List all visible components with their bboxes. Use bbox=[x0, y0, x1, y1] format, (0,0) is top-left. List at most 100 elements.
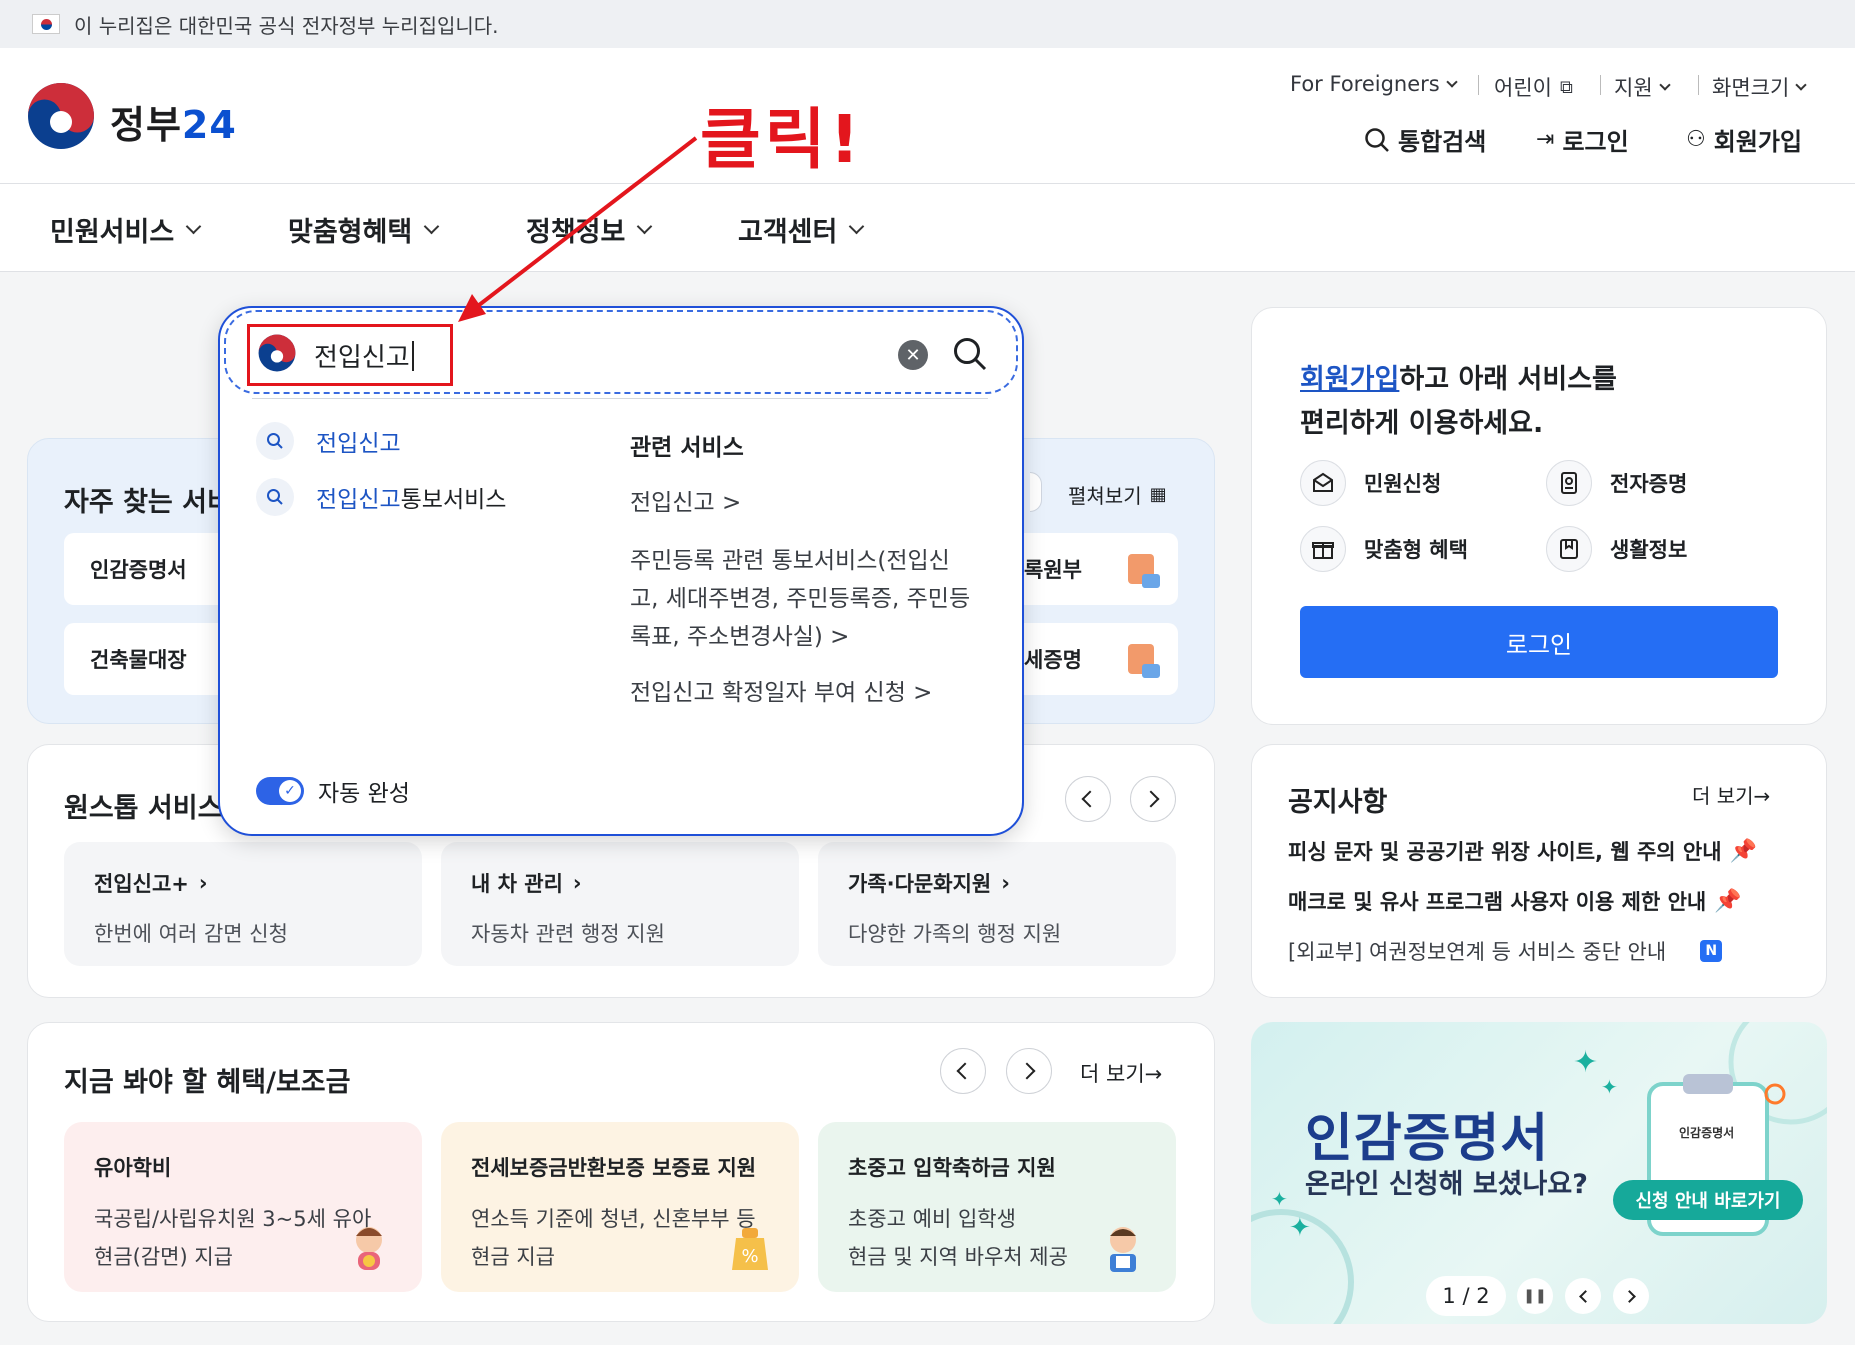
new-badge: N bbox=[1700, 940, 1723, 962]
chevron-down-icon bbox=[1658, 79, 1671, 91]
pdf-icon bbox=[1128, 554, 1160, 588]
notice-item-macro[interactable]: 매크로 및 유사 프로그램 사용자 이용 제한 안내 📌 bbox=[1288, 886, 1742, 916]
svg-text:✦: ✦ bbox=[1271, 1187, 1288, 1211]
promo-apply-button[interactable]: 신청 안내 바로가기 bbox=[1613, 1180, 1803, 1220]
integrated-search-button[interactable]: 통합검색 bbox=[1364, 122, 1486, 157]
onestop-prev-button[interactable] bbox=[1065, 776, 1111, 822]
gov-banner: 이 누리집은 대한민국 공식 전자정부 누리집입니다. bbox=[0, 0, 1855, 48]
frequent-item-register[interactable]: 록원부 bbox=[1010, 533, 1178, 605]
frequent-item-tax-certificate[interactable]: 세증명 bbox=[1010, 623, 1178, 695]
toggle-switch[interactable]: ✓ bbox=[256, 777, 304, 805]
onestop-title: 원스톱 서비스 bbox=[64, 793, 223, 824]
gift-icon bbox=[1300, 526, 1346, 572]
util-for-foreigners[interactable]: For Foreigners bbox=[1290, 72, 1458, 96]
search-icon bbox=[256, 478, 294, 516]
promo-banner[interactable]: ✦ ✦ ✦ ✦ 인감증명서 온라인 신청해 보셨나요? 인감증명서 신청 안내 … bbox=[1251, 1022, 1827, 1324]
search-icon bbox=[256, 422, 294, 460]
clear-search-button[interactable]: ✕ bbox=[898, 340, 928, 370]
external-link-icon: ⧉ bbox=[1559, 76, 1573, 98]
chevron-down-icon bbox=[1795, 79, 1807, 91]
chevron-right-icon bbox=[1142, 790, 1160, 808]
close-icon: ✕ bbox=[905, 344, 921, 366]
search-submit-icon[interactable] bbox=[952, 336, 988, 372]
pdf-icon bbox=[1128, 644, 1160, 678]
chevron-right-icon: › bbox=[572, 871, 582, 895]
nav-customer-center[interactable]: 고객센터 bbox=[738, 210, 865, 249]
child-character-icon bbox=[346, 1222, 392, 1272]
percent-bag-icon: % bbox=[728, 1222, 772, 1272]
nav-civil-service[interactable]: 민원서비스 bbox=[50, 210, 202, 249]
nav-custom-benefits[interactable]: 맞춤형혜택 bbox=[288, 210, 440, 249]
suggestion-item[interactable]: 전입신고통보서비스 bbox=[256, 478, 506, 516]
promo-doc-label: 인감증명서 bbox=[1679, 1126, 1735, 1140]
chevron-left-icon bbox=[1578, 1289, 1592, 1303]
gov24-logo-text[interactable]: 정부24 bbox=[110, 94, 237, 149]
onestop-next-button[interactable] bbox=[1130, 776, 1176, 822]
chevron-right-icon bbox=[1018, 1062, 1036, 1080]
promo-title: 인감증명서 bbox=[1305, 1109, 1550, 1169]
promo-prev-button[interactable] bbox=[1565, 1278, 1601, 1314]
bookmark-icon bbox=[1546, 526, 1592, 572]
header bbox=[0, 48, 1855, 184]
login-link[interactable]: ⇥ 로그인 bbox=[1536, 122, 1629, 157]
member-service-benefits[interactable]: 맞춤형 혜택 bbox=[1300, 526, 1468, 572]
member-service-life-info[interactable]: 생활정보 bbox=[1546, 526, 1687, 572]
suggestion-item[interactable]: 전입신고 bbox=[256, 422, 401, 460]
korea-flag-icon bbox=[32, 14, 60, 34]
member-service-apply[interactable]: 민원신청 bbox=[1300, 460, 1441, 506]
svg-text:✦: ✦ bbox=[1573, 1045, 1598, 1080]
util-support[interactable]: 지원 bbox=[1614, 72, 1671, 102]
inbox-icon bbox=[1300, 460, 1346, 506]
onestop-item-car[interactable]: 내 차 관리 › 자동차 관련 행정 지원 bbox=[441, 842, 799, 966]
promo-subtitle: 온라인 신청해 보셨나요? bbox=[1305, 1169, 1588, 1200]
promo-next-button[interactable] bbox=[1613, 1278, 1649, 1314]
chevron-left-icon bbox=[1081, 790, 1099, 808]
svg-text:%: % bbox=[741, 1246, 758, 1267]
notice-item-phishing[interactable]: 피싱 문자 및 공공기관 위장 사이트, 웹 주의 안내 📌 bbox=[1288, 836, 1757, 866]
related-service-notification[interactable]: 주민등록 관련 통보서비스(전입신 고, 세대주변경, 주민등록증, 주민등 록… bbox=[630, 542, 970, 656]
pause-icon: ❚❚ bbox=[1523, 1288, 1547, 1304]
notice-more-link[interactable]: 더 보기→ bbox=[1692, 780, 1770, 809]
grid-icon: ▦ bbox=[1149, 484, 1167, 505]
util-screen-size[interactable]: 화면크기 bbox=[1712, 72, 1807, 102]
promo-pager: 1 / 2 bbox=[1426, 1276, 1506, 1316]
gov24-logo-icon[interactable] bbox=[27, 82, 95, 150]
gov-banner-text: 이 누리집은 대한민국 공식 전자정부 누리집입니다. bbox=[74, 13, 499, 38]
annotation-arrow-icon bbox=[458, 136, 698, 322]
related-service-move-in[interactable]: 전입신고 > bbox=[630, 484, 741, 522]
member-service-e-cert[interactable]: 전자증명 bbox=[1546, 460, 1687, 506]
notice-item-passport[interactable]: [외교부] 여권정보연계 등 서비스 중단 안내 N bbox=[1288, 936, 1723, 966]
chevron-left-icon bbox=[956, 1062, 974, 1080]
benefits-next-button[interactable] bbox=[1006, 1048, 1052, 1094]
signup-text-link[interactable]: 회원가입 bbox=[1300, 364, 1399, 395]
benefits-title: 지금 봐야 할 혜택/보조금 bbox=[64, 1067, 351, 1098]
pin-icon: 📌 bbox=[1729, 838, 1757, 864]
related-services-title: 관련 서비스 bbox=[630, 435, 744, 461]
related-service-fixed-date[interactable]: 전입신고 확정일자 부여 신청 > bbox=[630, 674, 932, 712]
id-card-icon bbox=[1546, 460, 1592, 506]
pin-icon: 📌 bbox=[1714, 888, 1742, 914]
member-login-button[interactable]: 로그인 bbox=[1300, 606, 1778, 678]
chevron-right-icon: › bbox=[198, 871, 208, 895]
benefits-prev-button[interactable] bbox=[940, 1048, 986, 1094]
frequent-services-title: 자주 찾는 서비 bbox=[64, 487, 232, 518]
chevron-down-icon bbox=[849, 218, 865, 235]
expand-button[interactable]: 펼쳐보기 ▦ bbox=[1068, 480, 1167, 509]
util-kids[interactable]: 어린이 ⧉ bbox=[1494, 72, 1573, 102]
member-prompt: 회원가입하고 아래 서비스를 편리하게 이용하세요. bbox=[1300, 364, 1617, 439]
chevron-right-icon: › bbox=[1001, 871, 1010, 895]
click-highlight-box bbox=[247, 324, 453, 386]
login-icon: ⇥ bbox=[1536, 127, 1555, 152]
benefits-more-link[interactable]: 더 보기→ bbox=[1080, 1058, 1162, 1088]
chevron-down-icon bbox=[423, 218, 440, 235]
notice-title: 공지사항 bbox=[1288, 787, 1388, 818]
signup-link[interactable]: ⚇ 회원가입 bbox=[1686, 122, 1802, 157]
user-plus-icon: ⚇ bbox=[1686, 127, 1706, 152]
student-character-icon bbox=[1098, 1222, 1148, 1274]
onestop-item-family[interactable]: 가족·다문화지원 › 다양한 가족의 행정 지원 bbox=[818, 842, 1176, 966]
autocomplete-toggle[interactable]: ✓ 자동 완성 bbox=[256, 774, 410, 808]
chevron-right-icon bbox=[1622, 1289, 1636, 1303]
promo-pause-button[interactable]: ❚❚ bbox=[1517, 1278, 1553, 1314]
onestop-item-move-in[interactable]: 전입신고+ › 한번에 여러 감면 신청 bbox=[64, 842, 422, 966]
chevron-down-icon bbox=[1446, 76, 1458, 88]
